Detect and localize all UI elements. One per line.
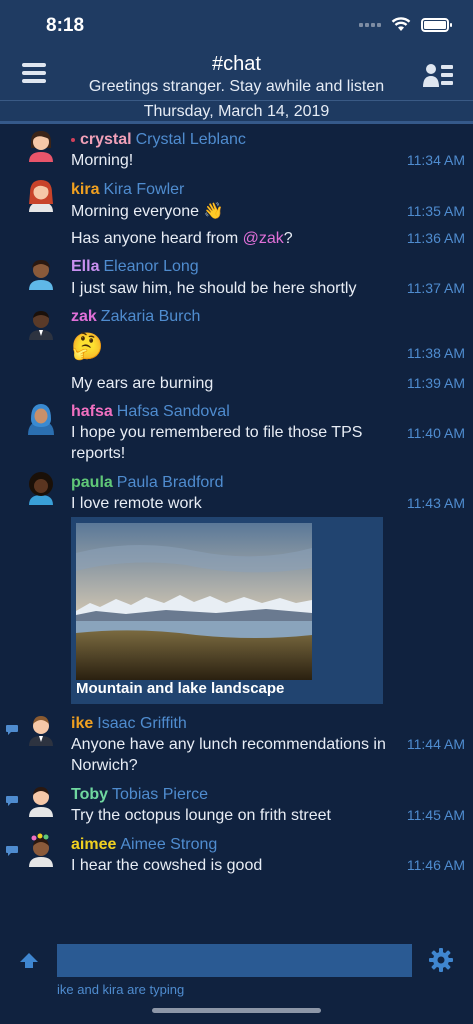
nick[interactable]: hafsa xyxy=(71,403,113,420)
message-time: 11:39 AM xyxy=(406,375,465,391)
mention-link[interactable]: @zak xyxy=(243,230,284,247)
message-header: hafsa Hafsa Sandoval xyxy=(71,403,230,421)
message-header: Ella Eleanor Long xyxy=(71,258,199,276)
user-list-icon[interactable] xyxy=(423,62,453,88)
message-text: My ears are burning xyxy=(71,375,214,392)
realname: Aimee Strong xyxy=(120,836,218,853)
avatar-hafsa[interactable] xyxy=(25,401,57,435)
message-time: 11:46 AM xyxy=(406,857,465,873)
realname: Hafsa Sandoval xyxy=(116,403,230,420)
message-header: crystal Crystal Leblanc xyxy=(71,131,246,149)
message-text: Morning everyone 👋 xyxy=(71,203,224,220)
landscape-image[interactable] xyxy=(76,523,312,680)
signal-icon xyxy=(359,22,381,27)
message-text: I love remote work xyxy=(71,495,202,512)
image-preview-card[interactable]: Mountain and lake landscape xyxy=(71,517,383,704)
image-caption: Mountain and lake landscape xyxy=(76,680,285,697)
avatar-aimee[interactable] xyxy=(25,833,57,867)
realname: Paula Bradford xyxy=(116,474,224,491)
message-time: 11:37 AM xyxy=(406,280,465,296)
message-header: ike Isaac Griffith xyxy=(71,715,187,733)
message-text: Morning! xyxy=(71,152,134,169)
message-time: 11:45 AM xyxy=(406,807,465,823)
message-text: Has anyone heard from @zak? xyxy=(71,230,293,247)
up-arrow-icon[interactable] xyxy=(18,950,40,972)
nick[interactable]: crystal xyxy=(80,131,132,148)
message-time: 11:38 AM xyxy=(406,345,465,361)
message-time: 11:40 AM xyxy=(406,425,465,441)
avatar-crystal[interactable] xyxy=(25,128,57,162)
message-text: I hear the cowshed is good xyxy=(71,857,263,874)
message-emoji: 🤔 xyxy=(71,331,104,361)
realname: Zakaria Burch xyxy=(100,308,201,325)
message-text: I just saw him, he should be here shortl… xyxy=(71,280,357,297)
nick[interactable]: aimee xyxy=(71,836,116,853)
channel-topic: Greetings stranger. Stay awhile and list… xyxy=(88,78,385,95)
realname: Isaac Griffith xyxy=(97,715,187,732)
wifi-icon xyxy=(391,17,411,31)
message-time: 11:44 AM xyxy=(406,736,465,752)
composer: ike and kira are typing xyxy=(0,934,473,1024)
message-time: 11:36 AM xyxy=(406,230,465,246)
message-time: 11:43 AM xyxy=(406,495,465,511)
nick[interactable]: paula xyxy=(71,474,113,491)
away-indicator-icon xyxy=(71,137,75,142)
avatar-zak[interactable] xyxy=(25,306,57,340)
status-time: 8:18 xyxy=(46,15,85,36)
avatar-paula[interactable] xyxy=(25,471,57,505)
typing-indicator: ike and kira are typing xyxy=(57,982,185,997)
message-header: Toby Tobias Pierce xyxy=(71,786,208,804)
gear-icon[interactable] xyxy=(428,947,454,973)
avatar-kira[interactable] xyxy=(25,178,57,212)
date-divider: Thursday, March 14, 2019 xyxy=(0,100,473,124)
realname: Tobias Pierce xyxy=(112,786,209,803)
message-header: paula Paula Bradford xyxy=(71,474,224,492)
message-input[interactable] xyxy=(57,944,412,977)
voice-mode-icon xyxy=(6,725,18,735)
message-header: kira Kira Fowler xyxy=(71,181,184,199)
message-header: zak Zakaria Burch xyxy=(71,308,200,326)
battery-icon xyxy=(421,17,452,32)
channel-title[interactable]: #chat xyxy=(0,53,473,76)
realname: Kira Fowler xyxy=(103,181,185,198)
nick[interactable]: Ella xyxy=(71,258,99,275)
nick[interactable]: Toby xyxy=(71,786,108,803)
channel-header: #chat Greetings stranger. Stay awhile an… xyxy=(0,50,473,100)
nick[interactable]: ike xyxy=(71,715,93,732)
voice-mode-icon xyxy=(6,796,18,806)
voice-mode-icon xyxy=(6,846,18,856)
message-text: Try the octopus lounge on frith street xyxy=(71,807,331,824)
message-header: aimee Aimee Strong xyxy=(71,836,217,854)
avatar-toby[interactable] xyxy=(25,783,57,817)
message-text: Anyone have any lunch recommendations in… xyxy=(71,736,386,774)
avatar-ike[interactable] xyxy=(25,712,57,746)
nick[interactable]: zak xyxy=(71,308,97,325)
realname: Crystal Leblanc xyxy=(135,131,246,148)
message-text: I hope you remembered to file those TPS … xyxy=(71,424,363,462)
message-time: 11:34 AM xyxy=(406,152,465,168)
nick[interactable]: kira xyxy=(71,181,99,198)
message-time: 11:35 AM xyxy=(406,203,465,219)
realname: Eleanor Long xyxy=(103,258,199,275)
home-indicator[interactable] xyxy=(152,1008,321,1013)
avatar-ella[interactable] xyxy=(25,256,57,290)
status-bar: 8:18 xyxy=(0,0,473,50)
